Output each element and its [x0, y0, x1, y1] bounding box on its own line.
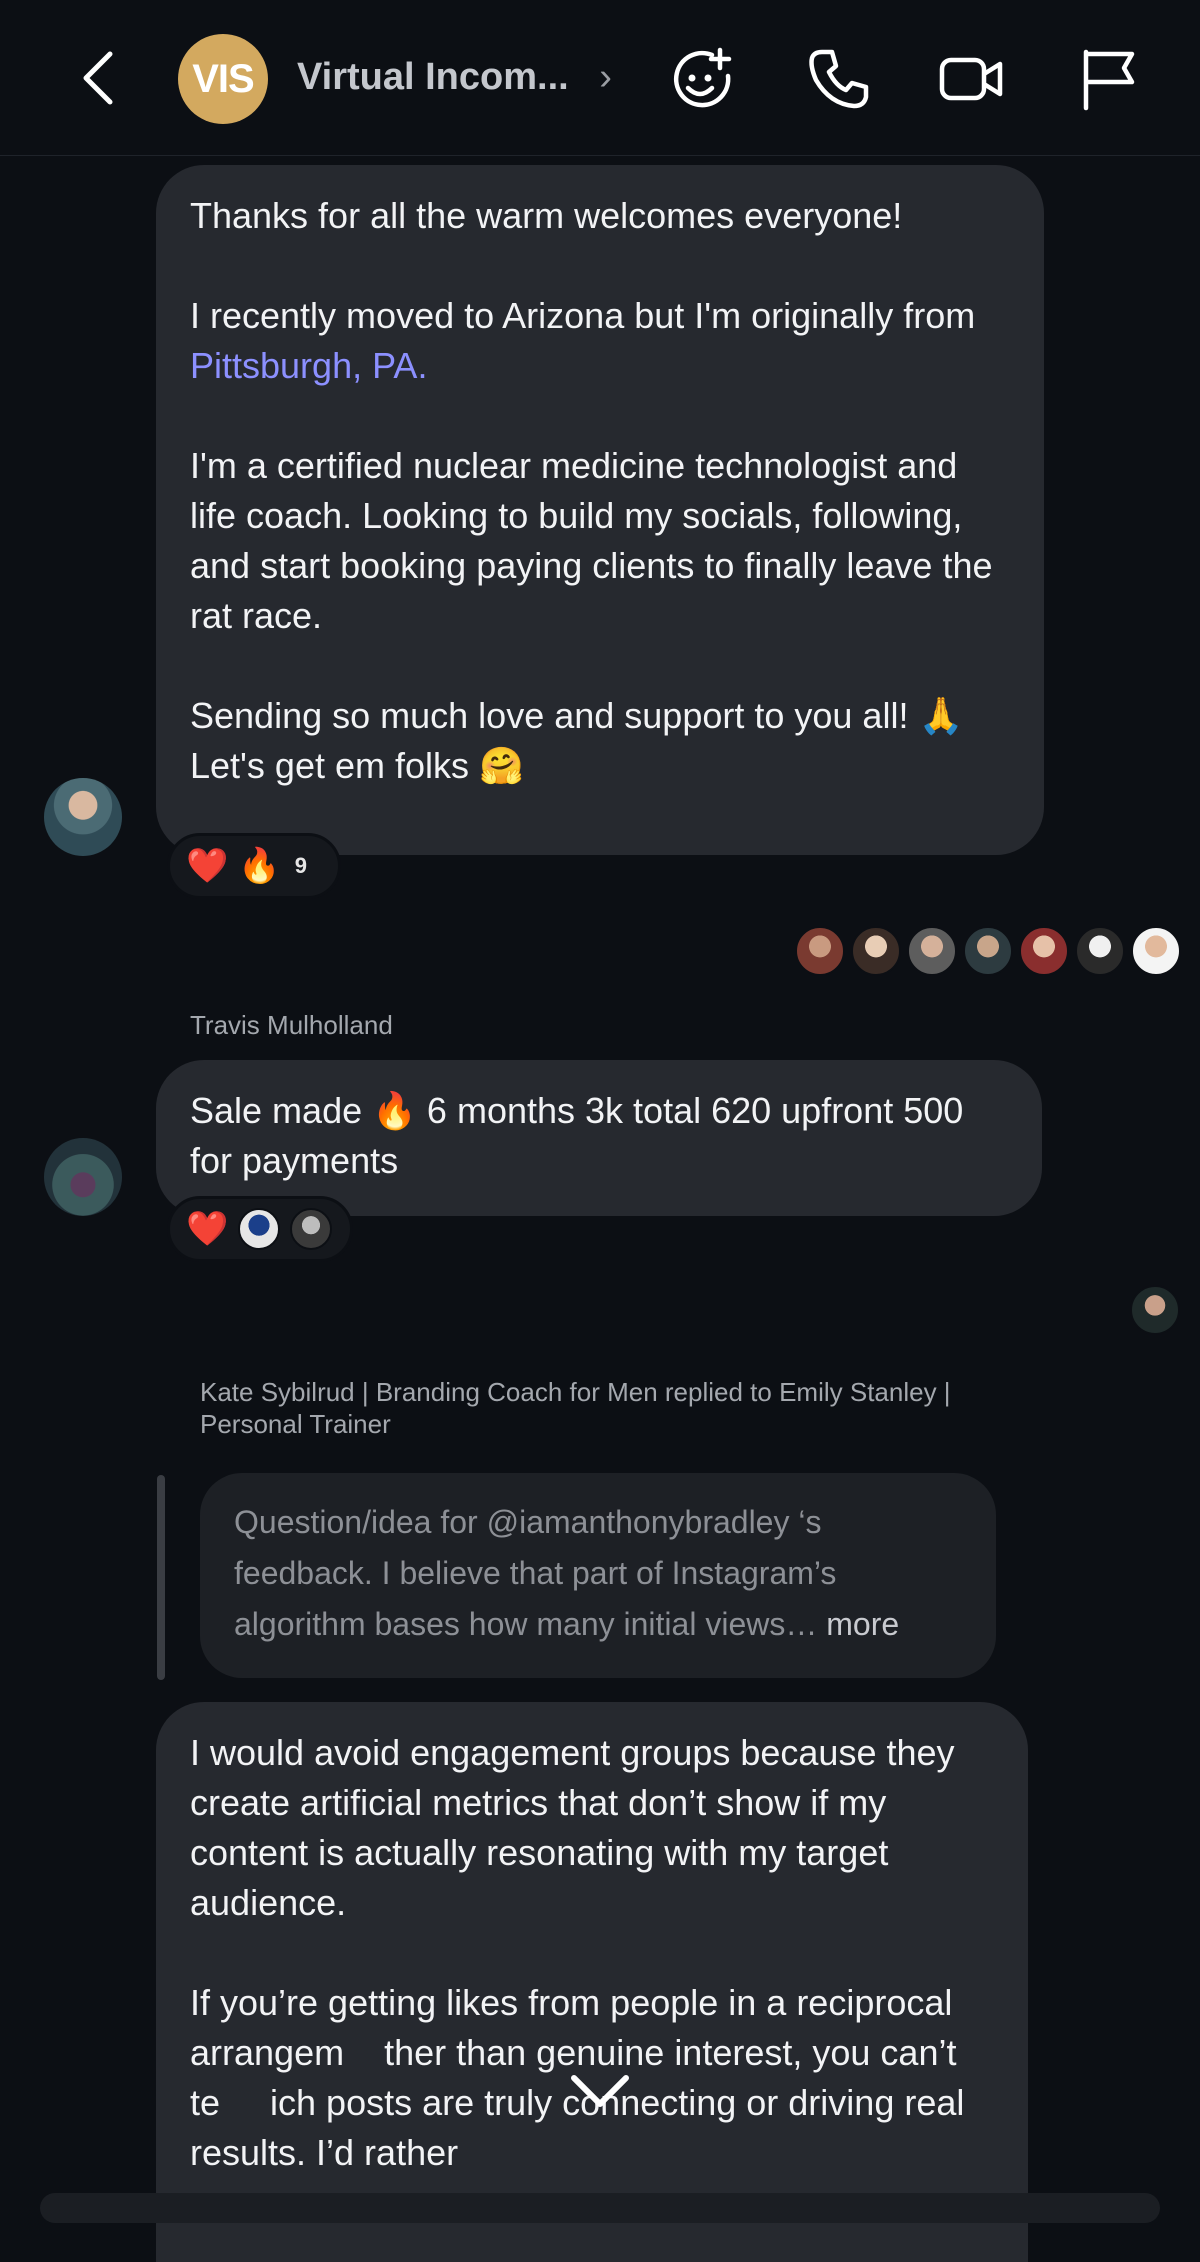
more-link[interactable]: more: [826, 1606, 899, 1642]
add-sticker-icon[interactable]: [670, 46, 736, 112]
video-icon[interactable]: [938, 46, 1004, 112]
seen-avatar: [963, 926, 1013, 976]
sender-name[interactable]: Travis Mulholland: [190, 1010, 393, 1041]
seen-avatar: [851, 926, 901, 976]
quoted-text: Question/idea for @iamanthonybradley ‘s …: [234, 1504, 837, 1642]
quoted-message[interactable]: Question/idea for @iamanthonybradley ‘s …: [200, 1473, 996, 1678]
reactions-pill[interactable]: ❤️: [167, 1196, 353, 1262]
seen-avatar: [1075, 926, 1125, 976]
message-bubble[interactable]: Thanks for all the warm welcomes everyon…: [156, 165, 1044, 855]
message-text: Sending so much love and support to you …: [190, 695, 964, 786]
reply-note: Kate Sybilrud | Branding Coach for Men r…: [200, 1377, 951, 1439]
reply-bar: [157, 1475, 165, 1680]
sender-avatar[interactable]: [44, 1138, 122, 1216]
phone-icon[interactable]: [806, 46, 872, 112]
message-text: Thanks for all the warm welcomes everyon…: [190, 195, 903, 236]
message-bubble[interactable]: Sale made 🔥 6 months 3k total 620 upfron…: [156, 1060, 1042, 1216]
heart-reaction: ❤️: [186, 1210, 229, 1248]
reactions-pill[interactable]: ❤️ 🔥 9: [167, 833, 341, 899]
seen-avatar: [795, 926, 845, 976]
flag-icon[interactable]: [1076, 46, 1142, 112]
location-link[interactable]: Pittsburgh, PA.: [190, 345, 427, 386]
group-name[interactable]: Virtual Incom... ›: [297, 56, 612, 99]
seen-avatar: [1131, 926, 1181, 976]
seen-avatar: [907, 926, 957, 976]
fire-reaction: 🔥: [238, 847, 281, 885]
reactor-avatar: [290, 1208, 333, 1250]
group-name-text: Virtual Incom...: [297, 56, 569, 98]
message-text: Sale made 🔥 6 months 3k total 620 upfron…: [190, 1090, 964, 1181]
group-avatar[interactable]: VIS: [178, 34, 268, 124]
message-input-edge[interactable]: [40, 2193, 1160, 2223]
reaction-count: 9: [294, 853, 307, 878]
message-bubble[interactable]: I would avoid engagement groups because …: [156, 1702, 1028, 2262]
message-text: I would avoid engagement groups because …: [190, 1732, 955, 1923]
scroll-down-icon[interactable]: [560, 2050, 640, 2130]
message-text: I recently moved to Arizona but I'm orig…: [190, 295, 976, 386]
message-text: I'm a certified nuclear medicine technol…: [190, 445, 993, 636]
heart-reaction: ❤️: [186, 847, 229, 885]
sender-avatar[interactable]: [44, 778, 122, 856]
chat-header: VIS Virtual Incom... ›: [0, 0, 1200, 156]
reactor-avatar: [238, 1208, 281, 1250]
seen-avatar[interactable]: [1130, 1285, 1180, 1335]
seen-avatar: [1019, 926, 1069, 976]
chevron-right-icon: ›: [599, 56, 612, 98]
back-icon[interactable]: [70, 48, 130, 108]
